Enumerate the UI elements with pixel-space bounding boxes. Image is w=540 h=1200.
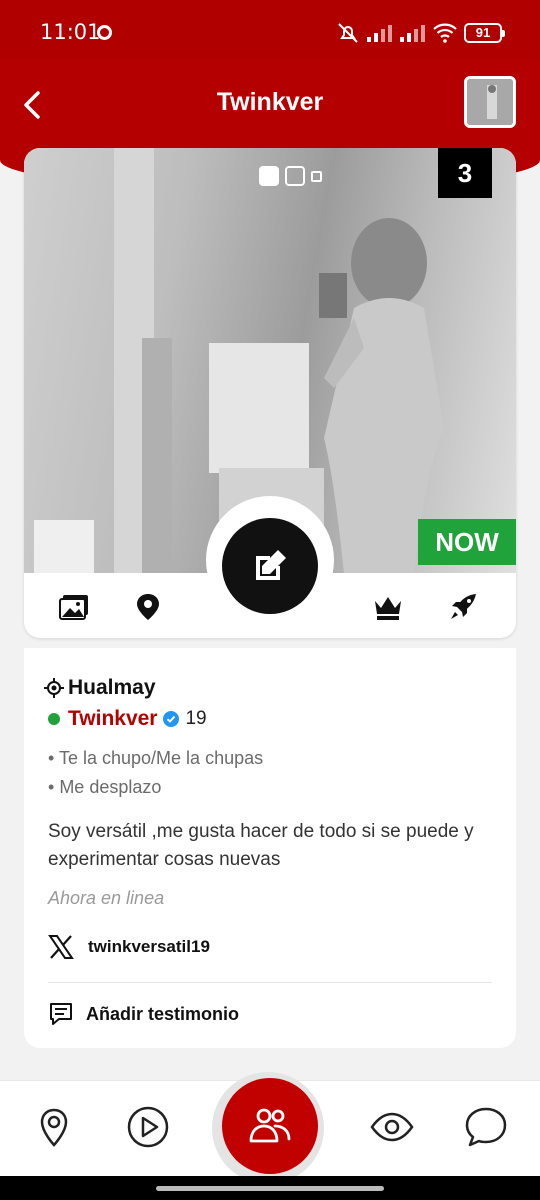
now-badge: NOW <box>418 519 516 565</box>
profile-bio: Soy versátil ,me gusta hacer de todo si … <box>48 821 474 870</box>
verified-badge-icon <box>163 711 180 727</box>
people-icon <box>249 1108 291 1143</box>
profile-info-panel: Hualmay Twinkver 19 Te la chupo/Me la ch… <box>24 648 516 1048</box>
signal-icon <box>400 25 425 42</box>
thumbnail-image <box>467 79 513 125</box>
chrome-icon <box>97 25 112 40</box>
status-time: 11:01 <box>40 20 101 44</box>
online-status-text: Ahora en linea <box>48 888 165 908</box>
profile-photo-card: 3 NOW <box>24 148 516 638</box>
rocket-icon[interactable] <box>448 593 480 621</box>
username: Twinkver <box>68 707 158 730</box>
comment-icon <box>50 1003 72 1025</box>
location-icon[interactable] <box>32 1105 76 1149</box>
tag-item: Me desplazo <box>48 773 263 802</box>
location-label: Hualmay <box>68 676 156 699</box>
location-row[interactable]: Hualmay <box>44 676 156 700</box>
battery-indicator: 91 <box>464 23 505 43</box>
profile-tags: Te la chupo/Me la chupas Me desplazo <box>48 744 263 802</box>
pager-dot[interactable] <box>311 170 322 182</box>
edit-profile-button[interactable] <box>222 518 318 614</box>
wifi-icon <box>433 23 457 43</box>
location-target-icon <box>44 678 64 698</box>
chat-icon[interactable] <box>464 1105 508 1149</box>
add-testimonial-label: Añadir testimonio <box>86 1003 240 1024</box>
status-bar: 11:01 91 <box>0 0 540 60</box>
gallery-icon[interactable] <box>58 593 90 621</box>
status-icons: 91 <box>336 20 505 46</box>
photo-count-badge: 3 <box>438 148 492 198</box>
eye-icon[interactable] <box>370 1105 414 1149</box>
profile-thumbnail[interactable] <box>464 76 516 128</box>
twitter-link[interactable]: twinkversatil19 <box>48 935 210 959</box>
twitter-handle: twinkversatil19 <box>88 937 210 956</box>
pager-dot[interactable] <box>259 166 279 186</box>
gesture-area <box>0 1176 540 1200</box>
play-icon[interactable] <box>126 1105 170 1149</box>
divider <box>48 982 492 983</box>
map-pin-icon[interactable] <box>132 593 164 621</box>
tag-item: Te la chupo/Me la chupas <box>48 744 263 773</box>
pager-dot[interactable] <box>285 166 305 186</box>
name-row: Twinkver 19 <box>48 707 207 731</box>
mute-icon <box>338 23 358 43</box>
age: 19 <box>185 708 207 729</box>
online-status-dot <box>48 713 60 725</box>
signal-icon <box>367 25 392 42</box>
home-gesture-bar[interactable] <box>156 1186 384 1191</box>
people-nav-button[interactable] <box>222 1078 318 1174</box>
page-title: Twinkver <box>216 88 324 116</box>
photo-pager <box>259 166 322 186</box>
add-testimonial-button[interactable]: Añadir testimonio <box>48 1001 239 1027</box>
crown-icon[interactable] <box>372 593 404 621</box>
edit-icon <box>256 550 286 580</box>
x-twitter-icon <box>48 935 74 959</box>
